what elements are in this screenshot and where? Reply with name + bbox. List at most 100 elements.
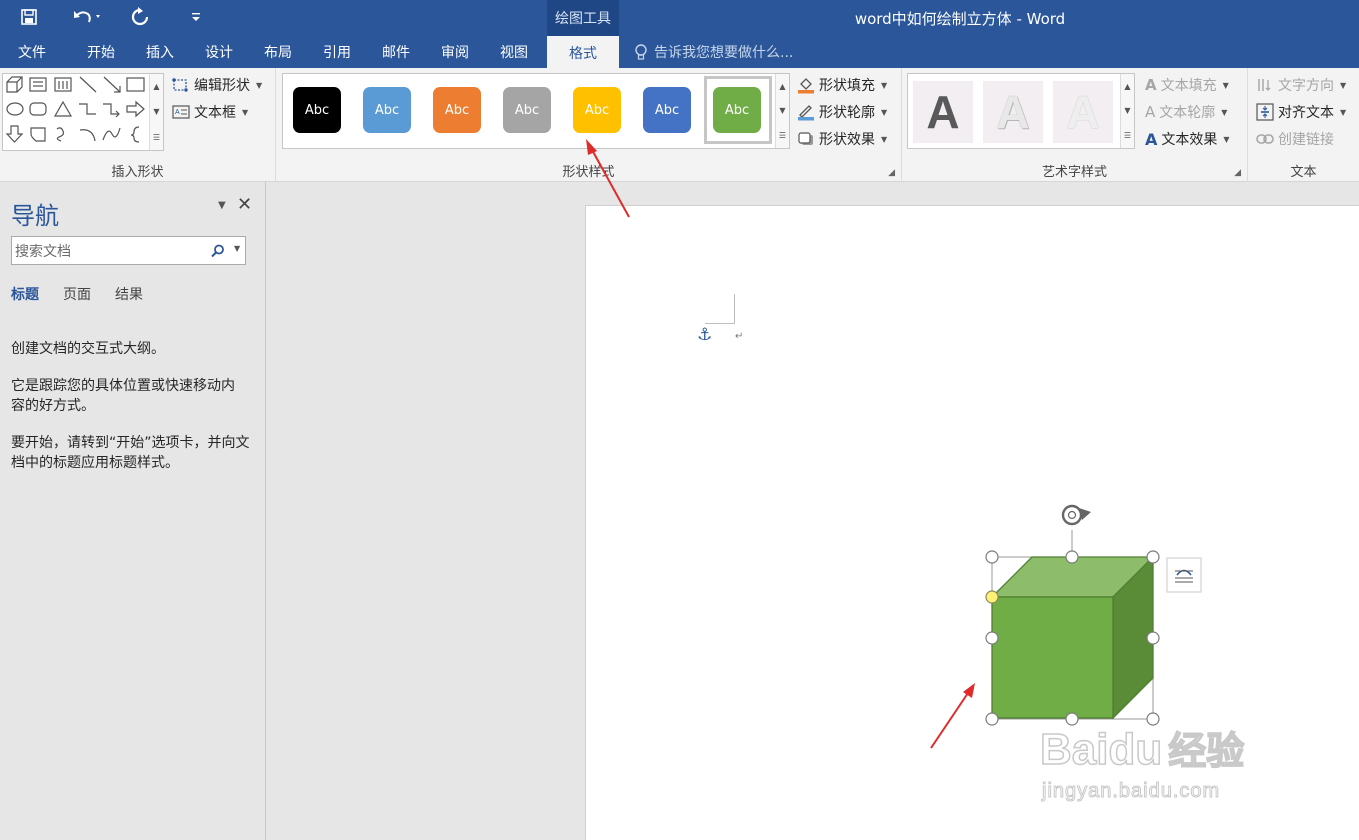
tab-format[interactable]: 格式 bbox=[547, 36, 619, 69]
text-box-label: 文本框 bbox=[194, 105, 236, 121]
anchor-icon[interactable]: ⚓ bbox=[697, 325, 712, 345]
triangle-shape-icon[interactable] bbox=[53, 100, 73, 117]
text-fill-label: 文本填充 bbox=[1160, 78, 1217, 94]
scroll-down-icon[interactable]: ▼ bbox=[779, 106, 785, 115]
textbox-shape-icon[interactable] bbox=[29, 77, 47, 92]
edit-shape-label: 编辑形状 bbox=[194, 78, 250, 94]
tab-references[interactable]: 引用 bbox=[308, 36, 366, 68]
flowchart-shape-icon[interactable] bbox=[30, 127, 46, 142]
resize-handle-top-right[interactable] bbox=[1146, 550, 1160, 564]
text-effects-button[interactable]: A 文本效果 ▼ bbox=[1145, 128, 1230, 150]
scroll-down-icon[interactable]: ▼ bbox=[153, 107, 159, 116]
shape-style-swatch[interactable]: Abc bbox=[293, 87, 341, 133]
shape-style-swatch[interactable]: Abc bbox=[433, 87, 481, 133]
wordart-gallery-scrollbar[interactable]: ▲ ▼ ☰ bbox=[1120, 74, 1134, 148]
align-text-button[interactable]: 对齐文本 ▼ bbox=[1256, 101, 1346, 123]
shape-style-swatch[interactable]: Abc bbox=[643, 87, 691, 133]
create-link-button[interactable]: 创建链接 bbox=[1256, 128, 1334, 150]
save-icon[interactable] bbox=[18, 6, 40, 28]
dialog-launcher-icon[interactable]: ◢ bbox=[888, 168, 895, 178]
nav-tab-pages[interactable]: 页面 bbox=[63, 284, 91, 304]
gallery-more-icon[interactable]: ☰ bbox=[1124, 131, 1131, 140]
nav-tab-headings[interactable]: 标题 bbox=[11, 284, 39, 304]
wordart-gallery[interactable]: A A A ▲ ▼ ☰ bbox=[907, 73, 1135, 149]
resize-handle-right[interactable] bbox=[1146, 631, 1160, 645]
shape-outline-button[interactable]: 形状轮廓 ▼ bbox=[797, 101, 887, 123]
tab-layout[interactable]: 布局 bbox=[250, 36, 306, 68]
shape-style-swatch[interactable]: Abc bbox=[573, 87, 621, 133]
line-shape-icon[interactable] bbox=[79, 76, 97, 93]
shape-styles-scrollbar[interactable]: ▲ ▼ ☰ bbox=[775, 74, 789, 148]
dropdown-caret-icon: ▼ bbox=[1340, 107, 1347, 117]
elbow-arrow-connector-shape-icon[interactable] bbox=[103, 103, 120, 118]
undo-icon[interactable] bbox=[70, 6, 104, 28]
search-input[interactable]: 搜索文档 ▼ bbox=[11, 236, 246, 265]
customize-icon[interactable] bbox=[186, 6, 206, 28]
word-window: 绘图工具 word中如何绘制立方体 - Word 文件 开始 插入 设计 布局 … bbox=[0, 0, 1359, 840]
tab-mailings[interactable]: 邮件 bbox=[368, 36, 424, 68]
shape-style-swatch[interactable]: Abc bbox=[503, 87, 551, 133]
tell-me-box[interactable]: 告诉我您想要做什么... bbox=[634, 36, 793, 68]
arrow-line-shape-icon[interactable] bbox=[103, 76, 121, 93]
shape-fill-button[interactable]: 形状填充 ▼ bbox=[797, 74, 887, 96]
shapes-gallery-scrollbar[interactable]: ▲ ▼ ☰ bbox=[149, 74, 163, 150]
edit-shape-button[interactable]: 编辑形状 ▼ bbox=[172, 74, 262, 96]
cube-shape-icon[interactable] bbox=[6, 76, 23, 93]
curve-shape-icon[interactable] bbox=[102, 127, 121, 141]
shape-style-swatch[interactable]: Abc bbox=[363, 87, 411, 133]
nav-tab-results[interactable]: 结果 bbox=[115, 284, 143, 304]
tab-home[interactable]: 开始 bbox=[72, 36, 130, 68]
layout-options-icon[interactable] bbox=[1166, 557, 1202, 593]
redo-icon[interactable] bbox=[128, 6, 152, 28]
resize-handle-top[interactable] bbox=[1065, 550, 1079, 564]
shapes-gallery[interactable]: ▲ ▼ ☰ bbox=[2, 73, 164, 151]
freeform-shape-icon[interactable] bbox=[56, 127, 65, 142]
right-arrow-shape-icon[interactable] bbox=[126, 100, 145, 118]
text-fill-button[interactable]: A 文本填充 ▼ bbox=[1145, 74, 1229, 96]
swatch-label: Abc bbox=[374, 102, 400, 118]
shape-style-swatch-selected[interactable]: Abc bbox=[713, 87, 761, 133]
adjustment-handle[interactable] bbox=[985, 590, 999, 604]
close-icon[interactable]: ✕ bbox=[237, 194, 252, 215]
scroll-down-icon[interactable]: ▼ bbox=[1124, 106, 1130, 115]
scroll-up-icon[interactable]: ▲ bbox=[779, 82, 785, 91]
dialog-launcher-icon[interactable]: ◢ bbox=[1234, 168, 1241, 178]
search-icon[interactable] bbox=[211, 244, 225, 258]
gallery-more-icon[interactable]: ☰ bbox=[153, 133, 160, 142]
search-options-icon[interactable]: ▼ bbox=[234, 244, 240, 253]
text-outline-button[interactable]: A 文本轮廓 ▼ bbox=[1145, 101, 1227, 123]
tab-review[interactable]: 审阅 bbox=[426, 36, 484, 68]
rounded-rectangle-shape-icon[interactable] bbox=[29, 102, 47, 116]
scroll-up-icon[interactable]: ▲ bbox=[153, 82, 159, 91]
wordart-style-light[interactable]: A bbox=[983, 81, 1043, 143]
scroll-up-icon[interactable]: ▲ bbox=[1124, 82, 1130, 91]
text-box-button[interactable]: A 文本框 ▼ bbox=[172, 101, 248, 123]
shape-styles-gallery[interactable]: Abc Abc Abc Abc Abc Abc Abc ▲ ▼ ☰ bbox=[282, 73, 790, 149]
shape-effects-button[interactable]: 形状效果 ▼ bbox=[797, 128, 887, 150]
tab-insert[interactable]: 插入 bbox=[132, 36, 188, 68]
annotation-arrow-gallery bbox=[586, 139, 630, 218]
wordart-style-dark[interactable]: A bbox=[913, 81, 973, 143]
dropdown-caret-icon: ▼ bbox=[256, 80, 263, 90]
resize-handle-left[interactable] bbox=[985, 631, 999, 645]
oval-shape-icon[interactable] bbox=[6, 102, 24, 116]
tab-view[interactable]: 视图 bbox=[486, 36, 542, 68]
elbow-connector-shape-icon[interactable] bbox=[79, 103, 96, 115]
tab-file[interactable]: 文件 bbox=[4, 36, 60, 68]
text-direction-button[interactable]: 文字方向 ▼ bbox=[1256, 74, 1346, 96]
vertical-textbox-shape-icon[interactable] bbox=[54, 77, 72, 92]
pane-options-icon[interactable]: ▼ bbox=[218, 200, 226, 211]
tell-me-text: 告诉我您想要做什么... bbox=[654, 45, 794, 61]
tab-design[interactable]: 设计 bbox=[190, 36, 248, 68]
wordart-style-outline[interactable]: A bbox=[1053, 81, 1113, 143]
rectangle-shape-icon[interactable] bbox=[126, 77, 145, 92]
ribbon-panel: ▲ ▼ ☰ 编辑形状 ▼ A 文本框 ▼ 插入形状 形状样式 ◢ Abc Abc A… bbox=[0, 68, 1359, 182]
text-effects-label: 文本效果 bbox=[1161, 132, 1218, 148]
arc-shape-icon[interactable] bbox=[79, 129, 96, 142]
rotate-handle-icon[interactable] bbox=[1061, 504, 1091, 526]
gallery-more-icon[interactable]: ☰ bbox=[779, 131, 786, 140]
resize-handle-top-left[interactable] bbox=[985, 550, 999, 564]
brace-shape-icon[interactable] bbox=[130, 126, 140, 143]
down-arrow-shape-icon[interactable] bbox=[5, 125, 24, 143]
text-effects-icon: A bbox=[1145, 129, 1158, 149]
